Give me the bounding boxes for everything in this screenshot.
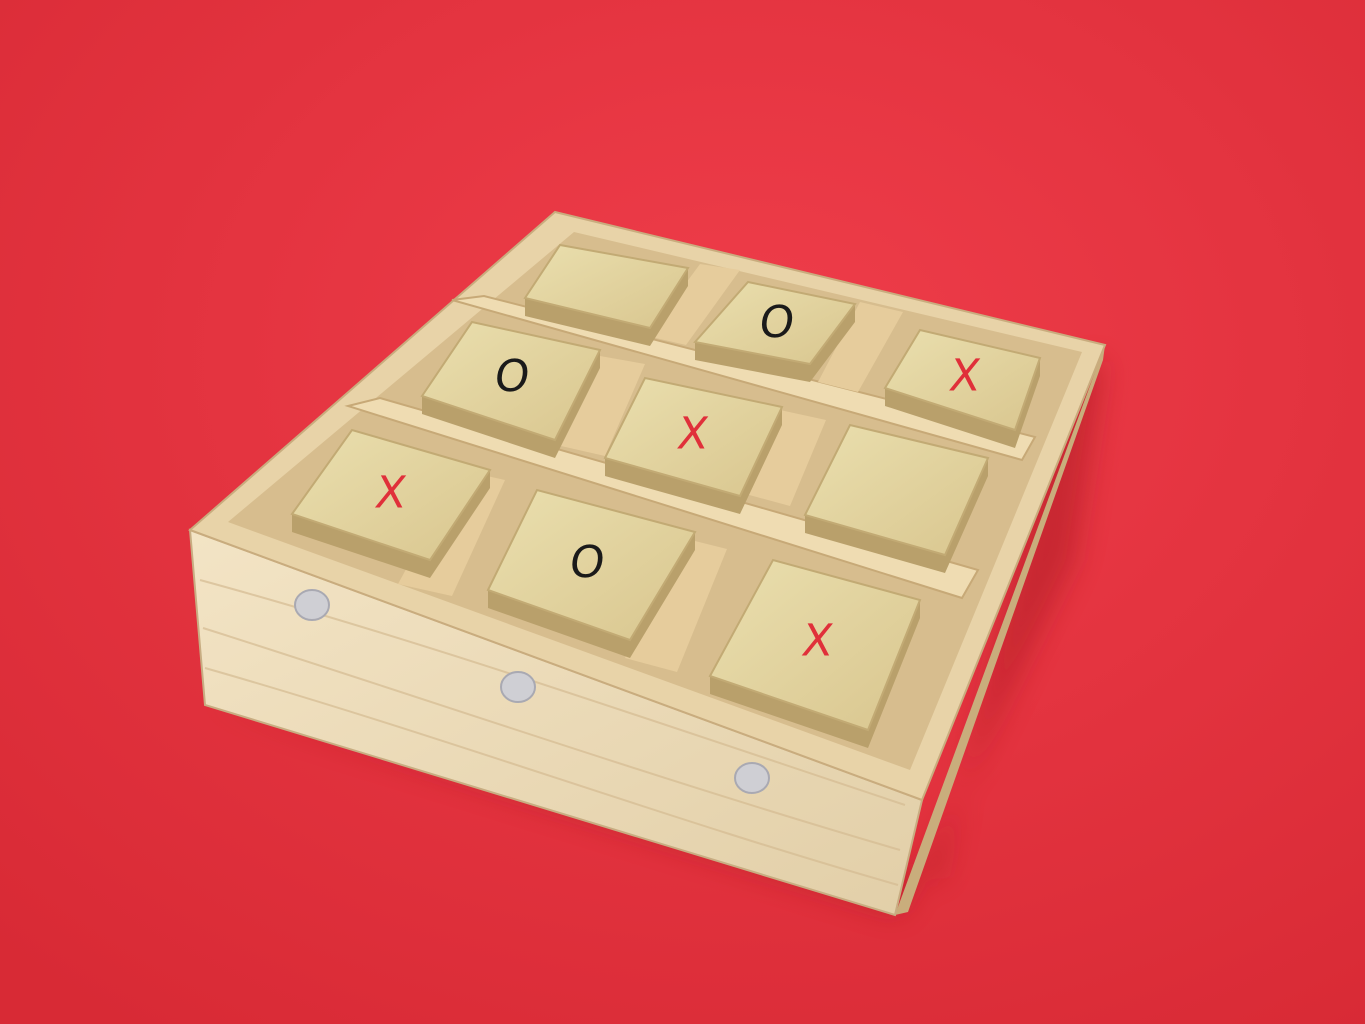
o-mark: O	[566, 537, 608, 588]
o-mark: O	[756, 297, 798, 348]
wooden-peg	[294, 589, 330, 621]
o-mark: O	[491, 351, 533, 402]
wooden-peg	[734, 762, 770, 794]
wooden-peg	[500, 671, 536, 703]
photo-scene: OXOXXOX	[0, 0, 1365, 1024]
